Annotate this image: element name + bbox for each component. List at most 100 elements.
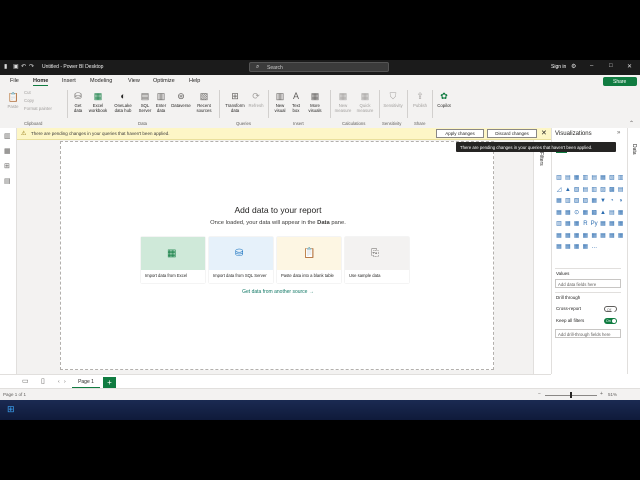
sql-server-button[interactable]: ▤ SQL Server <box>137 91 153 113</box>
previous-page-icon[interactable]: ‹ <box>58 379 60 385</box>
close-icon[interactable]: ✕ <box>541 129 547 137</box>
visual-type-icon[interactable]: ▦ <box>599 220 607 228</box>
undo-icon[interactable]: ↶ <box>21 63 26 70</box>
refresh-button[interactable]: ⟳ Refresh <box>247 91 265 108</box>
excel-workbook-button[interactable]: ▦ Excel workbook <box>88 91 108 113</box>
minimize-icon[interactable]: – <box>590 63 593 69</box>
menu-home[interactable]: Home <box>33 78 49 86</box>
menu-help[interactable]: Help <box>189 78 200 84</box>
visual-type-icon[interactable]: … <box>590 243 598 251</box>
visual-type-icon[interactable]: ▥ <box>590 186 598 194</box>
maximize-icon[interactable]: □ <box>609 63 613 69</box>
cross-report-toggle[interactable]: Off <box>604 306 617 312</box>
paste-button[interactable]: 📋 Paste <box>4 92 22 109</box>
keep-filters-toggle[interactable]: On <box>604 318 617 324</box>
collapse-pane-icon[interactable]: » <box>617 130 620 136</box>
visual-type-icon[interactable]: ▦ <box>564 209 572 217</box>
add-page-button[interactable]: + <box>103 377 116 388</box>
import-excel-card[interactable]: ▦ Import data from Excel <box>141 237 205 283</box>
visual-type-icon[interactable]: ▥ <box>581 174 589 182</box>
quick-measure-button[interactable]: ▦ Quick measure <box>354 91 376 113</box>
visual-type-icon[interactable]: ▦ <box>599 174 607 182</box>
visual-type-icon[interactable]: ▤ <box>590 174 598 182</box>
sign-in-button[interactable]: Sign in <box>551 64 566 70</box>
visual-type-icon[interactable]: ◔ <box>608 197 616 205</box>
paste-data-card[interactable]: 📋 Paste data into a blank table <box>277 237 341 283</box>
visual-type-icon[interactable]: ▦ <box>564 243 572 251</box>
redo-icon[interactable]: ↷ <box>29 63 34 70</box>
copilot-button[interactable]: ✿ Copilot <box>434 91 454 108</box>
visual-type-icon[interactable]: ▦ <box>617 209 625 217</box>
menu-view[interactable]: View <box>128 78 140 84</box>
visual-type-icon[interactable]: ▩ <box>590 209 598 217</box>
sample-data-card[interactable]: ⎘ Use sample data <box>345 237 409 283</box>
menu-insert[interactable]: Insert <box>62 78 76 84</box>
visual-type-icon[interactable]: ▦ <box>608 220 616 228</box>
visual-type-icon[interactable]: ▦ <box>590 232 598 240</box>
search-input[interactable]: ⌕ Search <box>249 62 389 72</box>
menu-modeling[interactable]: Modeling <box>90 78 112 84</box>
visual-type-icon[interactable]: ▦ <box>564 232 572 240</box>
report-page[interactable]: Add data to your report Once loaded, you… <box>60 141 494 370</box>
visual-type-icon[interactable]: ▥ <box>555 220 563 228</box>
transform-data-button[interactable]: ⊞ Transform data <box>223 91 247 113</box>
zoom-in-icon[interactable]: + <box>600 391 603 397</box>
visual-type-icon[interactable]: ▥ <box>617 174 625 182</box>
model-view-icon[interactable]: ⊞ <box>4 162 10 170</box>
visual-type-icon[interactable]: ▦ <box>581 243 589 251</box>
get-data-another-source-link[interactable]: Get data from another source → <box>61 289 495 295</box>
windows-start-icon[interactable]: ⊞ <box>7 405 16 414</box>
visual-type-icon[interactable]: ▤ <box>617 186 625 194</box>
visual-type-icon[interactable]: ▨ <box>599 186 607 194</box>
values-field-well[interactable]: Add data fields here <box>555 279 621 288</box>
visual-type-icon[interactable]: ▼ <box>599 197 607 205</box>
visual-type-icon[interactable]: ▲ <box>564 186 572 194</box>
visual-type-icon[interactable]: ▦ <box>555 209 563 217</box>
visual-type-icon[interactable]: ▦ <box>573 220 581 228</box>
visual-type-icon[interactable]: ▦ <box>617 220 625 228</box>
drill-through-field-well[interactable]: Add drill-through fields here <box>555 329 621 338</box>
visual-type-icon[interactable]: ▧ <box>608 174 616 182</box>
filters-pane-collapsed[interactable]: Filters <box>533 140 551 374</box>
get-data-button[interactable]: ⛁ Get data <box>70 91 86 113</box>
recent-sources-button[interactable]: ▧ Recent sources <box>194 91 214 113</box>
visual-type-icon[interactable]: ▧ <box>573 186 581 194</box>
visual-type-icon[interactable]: ▦ <box>608 232 616 240</box>
discard-changes-button[interactable]: Discard changes <box>487 129 537 138</box>
visual-type-icon[interactable]: ▦ <box>573 243 581 251</box>
visual-type-icon[interactable]: ▤ <box>608 209 616 217</box>
copy-button[interactable]: Copy <box>24 98 34 103</box>
new-measure-button[interactable]: ▦ New measure <box>333 91 353 113</box>
settings-icon[interactable]: ⚙ <box>571 63 576 70</box>
visual-type-icon[interactable]: ▦ <box>599 232 607 240</box>
visual-type-icon[interactable]: ▦ <box>555 243 563 251</box>
sensitivity-button[interactable]: ⛉ Sensitivity <box>381 91 405 108</box>
visual-type-icon[interactable]: ▩ <box>608 186 616 194</box>
visual-type-icon[interactable]: ⊙ <box>573 209 581 217</box>
visual-type-icon[interactable]: ▧ <box>573 197 581 205</box>
cut-button[interactable]: Cut <box>24 90 31 95</box>
visual-type-icon[interactable]: ▦ <box>617 232 625 240</box>
data-pane-collapsed[interactable]: Data <box>627 128 640 374</box>
visual-type-icon[interactable]: ▤ <box>564 174 572 182</box>
desktop-layout-icon[interactable]: ▭ <box>22 377 29 385</box>
apply-changes-button[interactable]: Apply changes <box>436 129 484 138</box>
visual-type-icon[interactable]: ▦ <box>555 197 563 205</box>
menu-file[interactable]: File <box>10 78 19 84</box>
new-visual-button[interactable]: ▥ New visual <box>272 91 288 113</box>
visual-type-icon[interactable]: ▦ <box>564 220 572 228</box>
save-icon[interactable]: ▣ <box>13 63 19 70</box>
enter-data-button[interactable]: ▥ Enter data <box>154 91 168 113</box>
visual-type-icon[interactable]: ▥ <box>555 174 563 182</box>
table-view-icon[interactable]: ▦ <box>4 147 11 155</box>
visual-type-icon[interactable]: ▦ <box>581 232 589 240</box>
visual-type-icon[interactable]: ◿ <box>555 186 563 194</box>
visual-type-icon[interactable]: ▦ <box>555 232 563 240</box>
zoom-out-icon[interactable]: − <box>538 391 541 397</box>
report-view-icon[interactable]: ▥ <box>4 132 11 140</box>
visual-type-icon[interactable]: ▥ <box>564 197 572 205</box>
onelake-button[interactable]: ◐ OneLake data hub <box>111 91 135 113</box>
dataverse-button[interactable]: ⊛ Dataverse <box>169 91 193 108</box>
publish-button[interactable]: ⇪ Publish <box>410 91 430 108</box>
visual-type-icon[interactable]: Py <box>590 220 598 228</box>
